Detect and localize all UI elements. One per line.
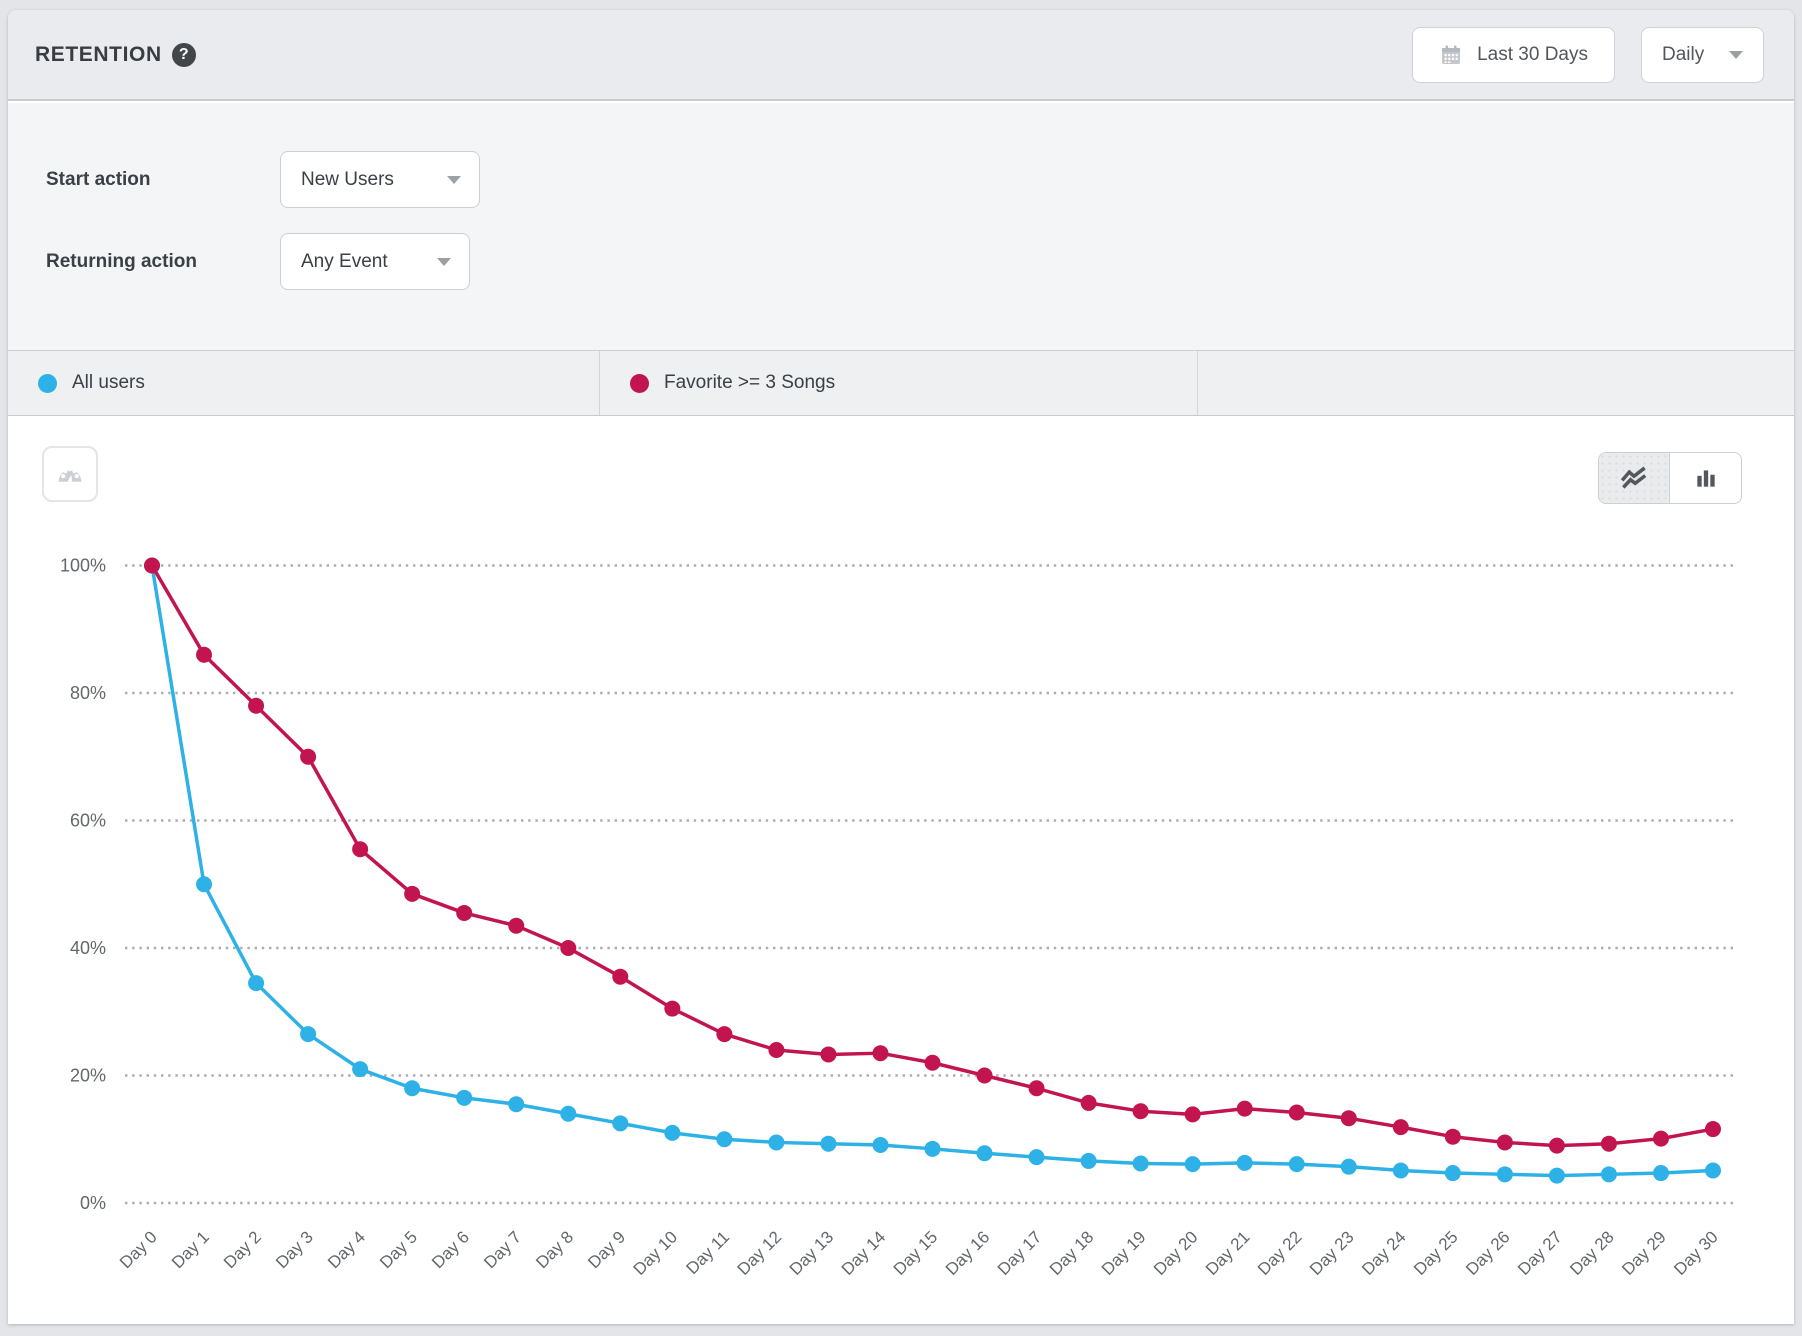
legend-empty-cell xyxy=(1198,351,1794,415)
retention-widget: RETENTION ? Last 30 Days Daily xyxy=(8,10,1794,1324)
date-range-label: Last 30 Days xyxy=(1477,44,1588,66)
svg-text:20%: 20% xyxy=(70,1066,106,1086)
start-action-row: Start action New Users xyxy=(46,151,1794,208)
chevron-down-icon xyxy=(1729,51,1743,59)
returning-action-select[interactable]: Any Event xyxy=(280,233,470,290)
svg-text:Day 0: Day 0 xyxy=(116,1227,161,1272)
svg-text:0%: 0% xyxy=(80,1193,106,1213)
series-label: All users xyxy=(72,372,145,394)
svg-text:Day 28: Day 28 xyxy=(1566,1227,1618,1279)
svg-text:Day 14: Day 14 xyxy=(838,1227,890,1279)
retention-chart[interactable]: 0%20%40%60%80%100%Day 0Day 1Day 2Day 3Da… xyxy=(8,416,1794,1324)
legend-tab-favorite-songs[interactable]: Favorite >= 3 Songs xyxy=(600,351,1198,415)
svg-text:Day 26: Day 26 xyxy=(1462,1227,1514,1279)
svg-text:Day 16: Day 16 xyxy=(942,1227,994,1279)
svg-text:Day 20: Day 20 xyxy=(1150,1227,1202,1279)
bar-chart-icon xyxy=(1693,465,1719,491)
interval-dropdown[interactable]: Daily xyxy=(1641,27,1764,83)
svg-text:60%: 60% xyxy=(70,811,106,831)
svg-text:Day 3: Day 3 xyxy=(272,1227,317,1272)
svg-text:Day 8: Day 8 xyxy=(532,1227,577,1272)
start-action-select[interactable]: New Users xyxy=(280,151,480,208)
start-action-label: Start action xyxy=(46,169,280,191)
legend-tab-all-users[interactable]: All users xyxy=(8,351,600,415)
svg-text:Day 4: Day 4 xyxy=(324,1227,369,1272)
chevron-down-icon xyxy=(447,176,461,184)
date-range-button[interactable]: Last 30 Days xyxy=(1412,27,1615,83)
svg-text:Day 25: Day 25 xyxy=(1410,1227,1462,1279)
svg-text:Day 10: Day 10 xyxy=(630,1227,682,1279)
svg-text:Day 12: Day 12 xyxy=(734,1227,786,1279)
returning-action-row: Returning action Any Event xyxy=(46,233,1794,290)
svg-text:Day 22: Day 22 xyxy=(1254,1227,1306,1279)
bar-chart-toggle[interactable] xyxy=(1670,453,1741,503)
svg-text:Day 18: Day 18 xyxy=(1046,1227,1098,1279)
series-color-dot xyxy=(630,374,649,393)
chevron-down-icon xyxy=(437,258,451,266)
svg-text:Day 15: Day 15 xyxy=(890,1227,942,1279)
svg-text:Day 23: Day 23 xyxy=(1306,1227,1358,1279)
widget-header: RETENTION ? Last 30 Days Daily xyxy=(8,10,1794,101)
svg-text:40%: 40% xyxy=(70,938,106,958)
page-title: RETENTION xyxy=(35,43,162,67)
calendar-icon xyxy=(1439,43,1463,67)
svg-text:100%: 100% xyxy=(60,556,106,576)
returning-action-value: Any Event xyxy=(301,251,388,273)
returning-action-label: Returning action xyxy=(46,251,280,273)
svg-text:Day 27: Day 27 xyxy=(1514,1227,1566,1279)
svg-text:Day 30: Day 30 xyxy=(1670,1227,1722,1279)
filters-section: Start action New Users Returning action … xyxy=(8,103,1794,350)
svg-text:Day 11: Day 11 xyxy=(683,1227,734,1278)
line-chart-toggle[interactable] xyxy=(1599,453,1670,503)
help-icon[interactable]: ? xyxy=(172,43,196,67)
color-palette-button[interactable] xyxy=(42,446,98,502)
svg-text:Day 21: Day 21 xyxy=(1202,1227,1254,1279)
series-label: Favorite >= 3 Songs xyxy=(664,372,835,394)
series-legend-row: All users Favorite >= 3 Songs xyxy=(8,350,1794,416)
svg-text:Day 17: Day 17 xyxy=(994,1227,1046,1279)
start-action-value: New Users xyxy=(301,169,394,191)
svg-text:Day 1: Day 1 xyxy=(168,1227,213,1272)
svg-text:Day 9: Day 9 xyxy=(584,1227,629,1272)
svg-text:Day 24: Day 24 xyxy=(1358,1227,1410,1279)
svg-text:Day 29: Day 29 xyxy=(1618,1227,1670,1279)
svg-text:Day 2: Day 2 xyxy=(220,1227,265,1272)
chart-panel: 0%20%40%60%80%100%Day 0Day 1Day 2Day 3Da… xyxy=(8,416,1794,1324)
svg-text:80%: 80% xyxy=(70,683,106,703)
svg-text:Day 5: Day 5 xyxy=(376,1227,421,1272)
svg-text:Day 13: Day 13 xyxy=(786,1227,838,1279)
palette-icon xyxy=(53,457,87,491)
svg-text:Day 19: Day 19 xyxy=(1098,1227,1150,1279)
line-chart-icon xyxy=(1619,465,1649,491)
svg-text:Day 6: Day 6 xyxy=(428,1227,473,1272)
series-color-dot xyxy=(38,374,57,393)
interval-label: Daily xyxy=(1662,44,1704,66)
svg-text:Day 7: Day 7 xyxy=(480,1227,525,1272)
chart-type-toggle xyxy=(1598,452,1742,504)
